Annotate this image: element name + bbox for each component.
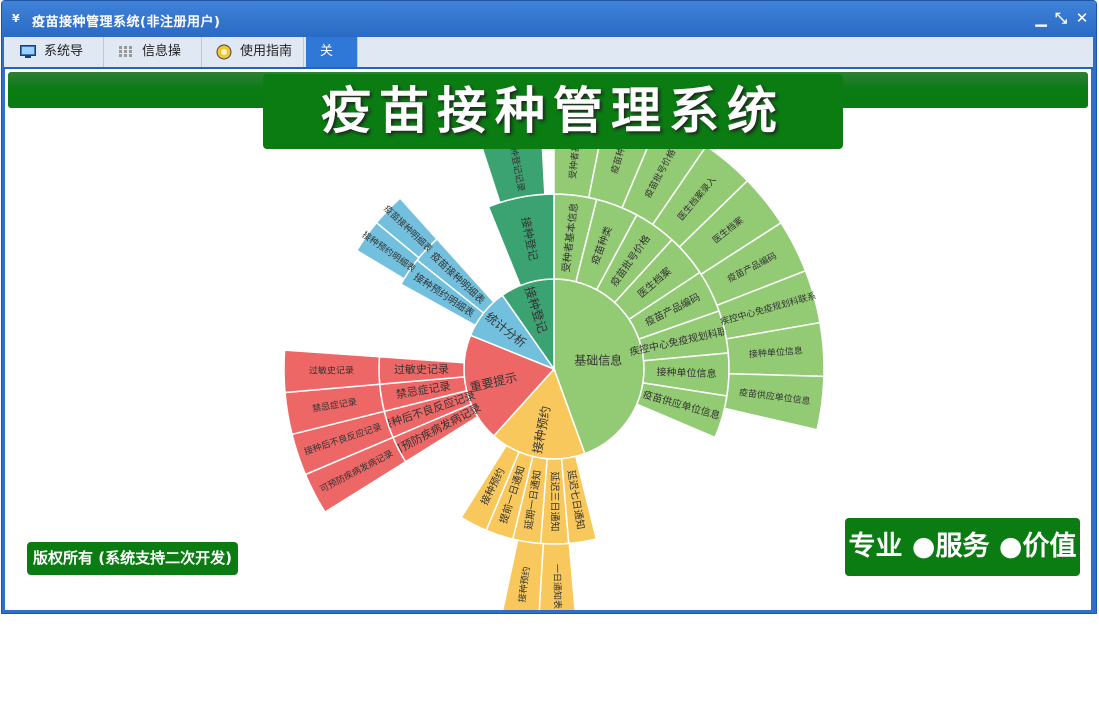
grid-icon [119, 46, 132, 57]
banner-title: 疫苗接种管理系统 [263, 74, 843, 149]
sunburst-label: 延迟三日通知 [548, 471, 561, 531]
title-bar[interactable]: ¥ 疫苗接种管理系统(非注册用户) ▁ ⤡ ✕ [2, 1, 1096, 37]
app-logo-icon: ¥ [12, 12, 20, 25]
sunburst-label: 基础信息 [574, 353, 622, 368]
monitor-icon [20, 45, 36, 58]
menu-info-ops[interactable]: 信息操作 [106, 37, 202, 89]
sunburst-label: 过敏史记录 [309, 364, 354, 376]
window-title: 疫苗接种管理系统(非注册用户) [32, 15, 221, 30]
sunburst-label: 一日通知表 [551, 564, 564, 609]
menu-system-nav[interactable]: 系统导航 [8, 37, 104, 89]
main-content: 基础信息 接种预约 重要提示 统计分析 接种登记 受种者基本信息 疫苗种类 疫苗批号价格 医生档… [5, 69, 1091, 610]
copyright-badge: 版权所有 (系统支持二次开发) [27, 542, 238, 575]
menu-about[interactable]: 关于 [306, 37, 358, 89]
sunburst-label: 过敏史记录 [394, 362, 449, 376]
close-button[interactable]: ✕ [1073, 9, 1091, 27]
minimize-button[interactable]: ▁ [1032, 9, 1050, 27]
menu-user-guide[interactable]: 使用指南 [204, 37, 304, 67]
menu-label: 使用指南 [240, 44, 293, 59]
guide-icon [216, 44, 232, 60]
slogan-badge: 专业 ●服务 ●价值 [845, 518, 1080, 576]
sunburst-segment[interactable] [487, 193, 555, 287]
menu-bar: 系统导航 信息操作 使用指南 关于 [4, 37, 1093, 89]
restore-button[interactable]: ⤡ [1052, 9, 1070, 27]
